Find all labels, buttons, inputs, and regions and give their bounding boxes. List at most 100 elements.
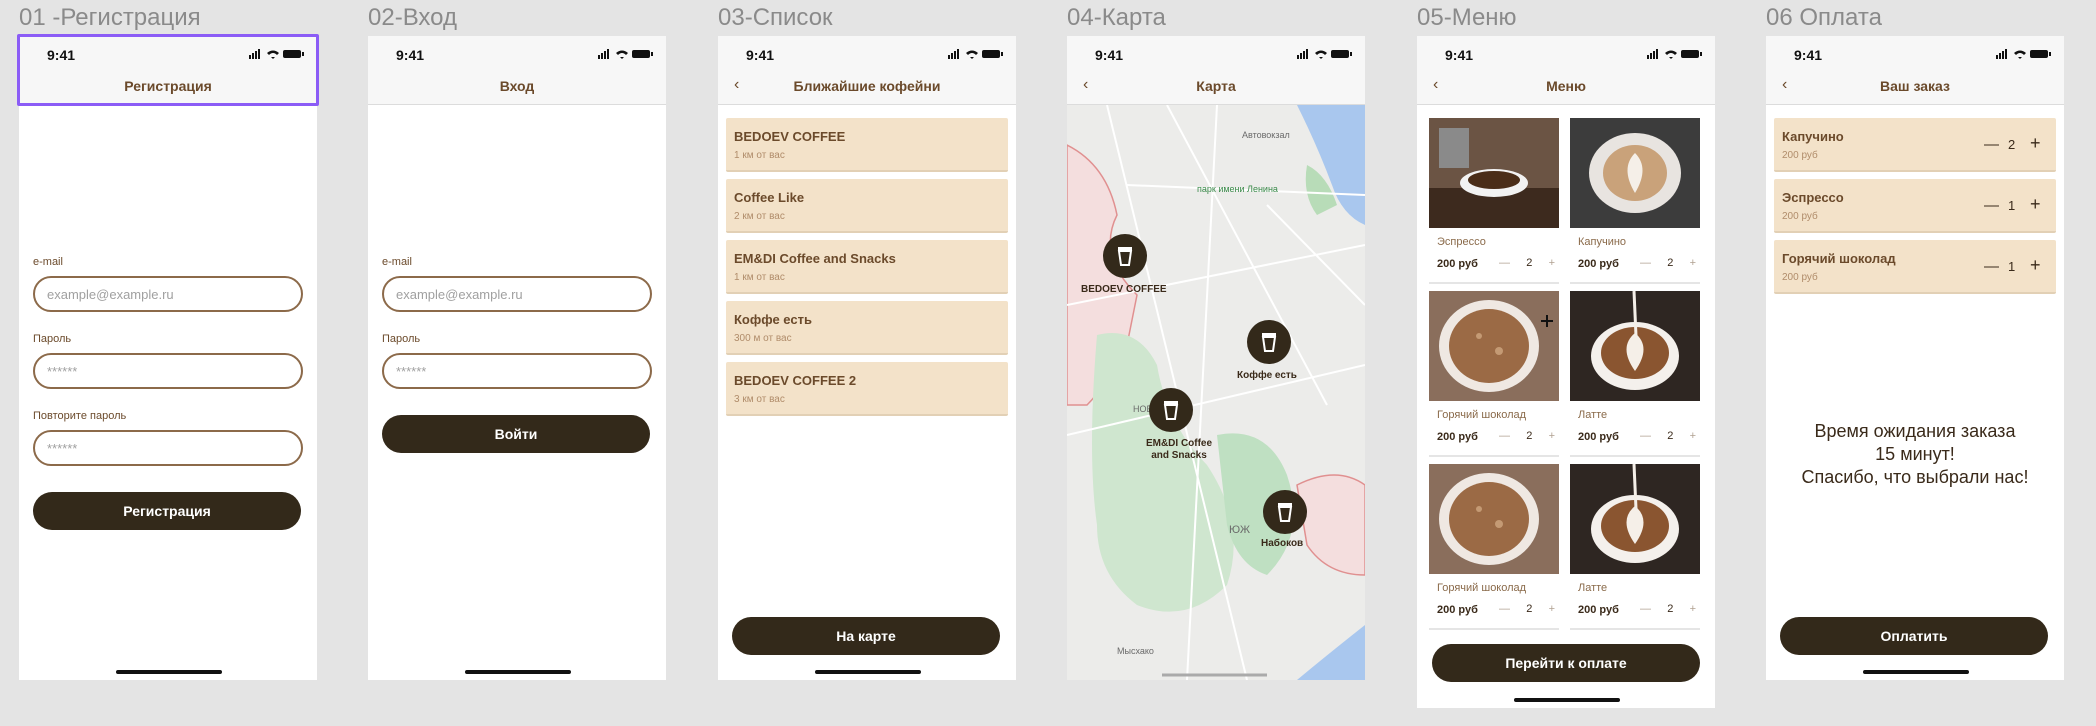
frame-payment: 9:41 ‹ Ваш заказ Капучино 200 руб — 2 + …: [1766, 36, 2064, 680]
email-input[interactable]: example@example.ru: [33, 276, 303, 312]
product-card[interactable]: Горячий шоколад 200 руб — 2 +: [1429, 464, 1559, 630]
product-name: Латте: [1578, 582, 1608, 594]
plus-button[interactable]: +: [2030, 255, 2041, 276]
cafe-distance: 3 км от вас: [734, 394, 785, 405]
cafe-pin-icon[interactable]: [1247, 320, 1291, 364]
frame-label-registration: 01 -Регистрация: [19, 4, 201, 31]
quantity-value: 2: [1667, 430, 1674, 442]
frame-map: Автовокзал парк имени Ленина НОВОРОС ЮЖ …: [1067, 36, 1365, 680]
minus-button[interactable]: —: [1640, 603, 1651, 615]
product-name: Горячий шоколад: [1437, 409, 1527, 421]
quantity-value: 1: [2008, 198, 2016, 213]
plus-button[interactable]: +: [1690, 430, 1696, 442]
status-icons: [1647, 49, 1702, 59]
minus-button[interactable]: —: [1640, 257, 1651, 269]
message-line: Время ожидания заказа: [1814, 421, 2016, 441]
plus-button[interactable]: +: [1690, 257, 1696, 269]
pin-label: BEDOEV COFFEE: [1081, 284, 1167, 295]
home-indicator: [1863, 670, 1969, 674]
cafe-name: Коффе есть: [734, 312, 812, 327]
password-input[interactable]: ******: [382, 353, 652, 389]
quantity-stepper: — 2 +: [1640, 257, 1696, 269]
frame-label-map: 04-Карта: [1067, 4, 1166, 31]
map-label: парк имени Ленина: [1197, 184, 1278, 194]
plus-button[interactable]: +: [2030, 194, 2041, 215]
product-price: 200 руб: [1578, 604, 1619, 616]
quantity-stepper: — 2 +: [1640, 430, 1696, 442]
product-name: Горячий шоколад: [1437, 582, 1527, 594]
minus-button[interactable]: —: [1640, 430, 1651, 442]
product-price: 200 руб: [1578, 258, 1619, 270]
quantity-stepper: — 2 +: [1499, 257, 1555, 269]
plus-button[interactable]: +: [1690, 603, 1696, 615]
list-item[interactable]: Коффе есть 300 м от вас: [726, 301, 1008, 355]
nav-bar: Вход: [368, 68, 666, 105]
minus-button[interactable]: —: [1499, 430, 1510, 442]
list-item[interactable]: Coffee Like 2 км от вас: [726, 179, 1008, 233]
status-bar: 9:41: [1067, 36, 1365, 68]
minus-button[interactable]: —: [1984, 136, 1999, 153]
plus-button[interactable]: +: [1549, 603, 1555, 615]
frame-menu: 9:41 ‹ Меню Эспрессо 200 руб — 2 + Капучин…: [1417, 36, 1715, 708]
minus-button[interactable]: —: [1984, 258, 1999, 275]
status-icons: [948, 49, 1003, 59]
message-line: Спасибо, что выбрали нас!: [1801, 467, 2029, 487]
list-item[interactable]: EM&DI Coffee and Snacks 1 км от вас: [726, 240, 1008, 294]
order-confirmation-message: Время ожидания заказа 15 минут! Спасибо,…: [1766, 420, 2064, 489]
quantity-value: 2: [1667, 603, 1674, 615]
plus-button[interactable]: +: [1549, 257, 1555, 269]
pin-label: Набоков: [1261, 538, 1304, 549]
cafe-pin-icon[interactable]: [1103, 234, 1147, 278]
frame-label-menu: 05-Меню: [1417, 4, 1517, 31]
espresso-image: [1429, 118, 1559, 228]
minus-button[interactable]: —: [1984, 197, 1999, 214]
product-card[interactable]: Горячий шоколад 200 руб — 2 +: [1429, 291, 1559, 457]
list-item[interactable]: BEDOEV COFFEE 2 3 км от вас: [726, 362, 1008, 416]
product-card[interactable]: Эспрессо 200 руб — 2 +: [1429, 118, 1559, 284]
register-button[interactable]: Регистрация: [33, 492, 301, 530]
cafe-distance: 300 м от вас: [734, 333, 792, 344]
cafe-pin-icon[interactable]: [1263, 490, 1307, 534]
minus-button[interactable]: —: [1499, 603, 1510, 615]
nav-bar: ‹ Ваш заказ: [1766, 68, 2064, 105]
order-item-price: 200 руб: [1782, 211, 1818, 222]
list-item[interactable]: BEDOEV COFFEE 1 км от вас: [726, 118, 1008, 172]
plus-button[interactable]: +: [2030, 133, 2041, 154]
show-map-button[interactable]: На карте: [732, 617, 1000, 655]
map-label: ЮЖ: [1229, 524, 1251, 536]
repeat-password-input[interactable]: ******: [33, 430, 303, 466]
home-indicator: [116, 670, 222, 674]
product-card[interactable]: Капучино 200 руб — 2 +: [1570, 118, 1700, 284]
quantity-value: 2: [1667, 257, 1674, 269]
status-icons: [1297, 49, 1352, 59]
cafe-distance: 2 км от вас: [734, 211, 785, 222]
hot-chocolate-image: [1429, 291, 1559, 401]
cafe-pin-icon[interactable]: [1149, 388, 1193, 432]
hot-chocolate-image: [1429, 464, 1559, 574]
page-title: Карта: [1196, 78, 1236, 94]
email-input[interactable]: example@example.ru: [382, 276, 652, 312]
message-line: 15 минут!: [1875, 444, 1955, 464]
nav-bar: ‹ Карта: [1067, 68, 1365, 105]
product-name: Капучино: [1578, 236, 1627, 248]
quantity-stepper: — 2 +: [1499, 603, 1555, 615]
minus-button[interactable]: —: [1499, 257, 1510, 269]
home-indicator: [465, 670, 571, 674]
status-icons: [1996, 49, 2051, 59]
login-button[interactable]: Войти: [382, 415, 650, 453]
order-item-price: 200 руб: [1782, 150, 1818, 161]
quantity-stepper: — 2 +: [1640, 603, 1696, 615]
plus-button[interactable]: +: [1549, 430, 1555, 442]
quantity-value: 2: [2008, 137, 2016, 152]
password-input[interactable]: ******: [33, 353, 303, 389]
quantity-value: 2: [1526, 257, 1533, 269]
product-card[interactable]: Латте 200 руб — 2 +: [1570, 291, 1700, 457]
nav-bar: ‹ Меню: [1417, 68, 1715, 105]
quantity-value: 2: [1526, 603, 1533, 615]
frame-login: 9:41 Вход e-mail example@example.ru Паро…: [368, 36, 666, 680]
go-to-payment-button[interactable]: Перейти к оплате: [1432, 644, 1700, 682]
product-card[interactable]: Латте 200 руб — 2 +: [1570, 464, 1700, 630]
latte-image: [1570, 464, 1700, 574]
pay-button[interactable]: Оплатить: [1780, 617, 2048, 655]
status-time: 9:41: [1794, 47, 1823, 63]
